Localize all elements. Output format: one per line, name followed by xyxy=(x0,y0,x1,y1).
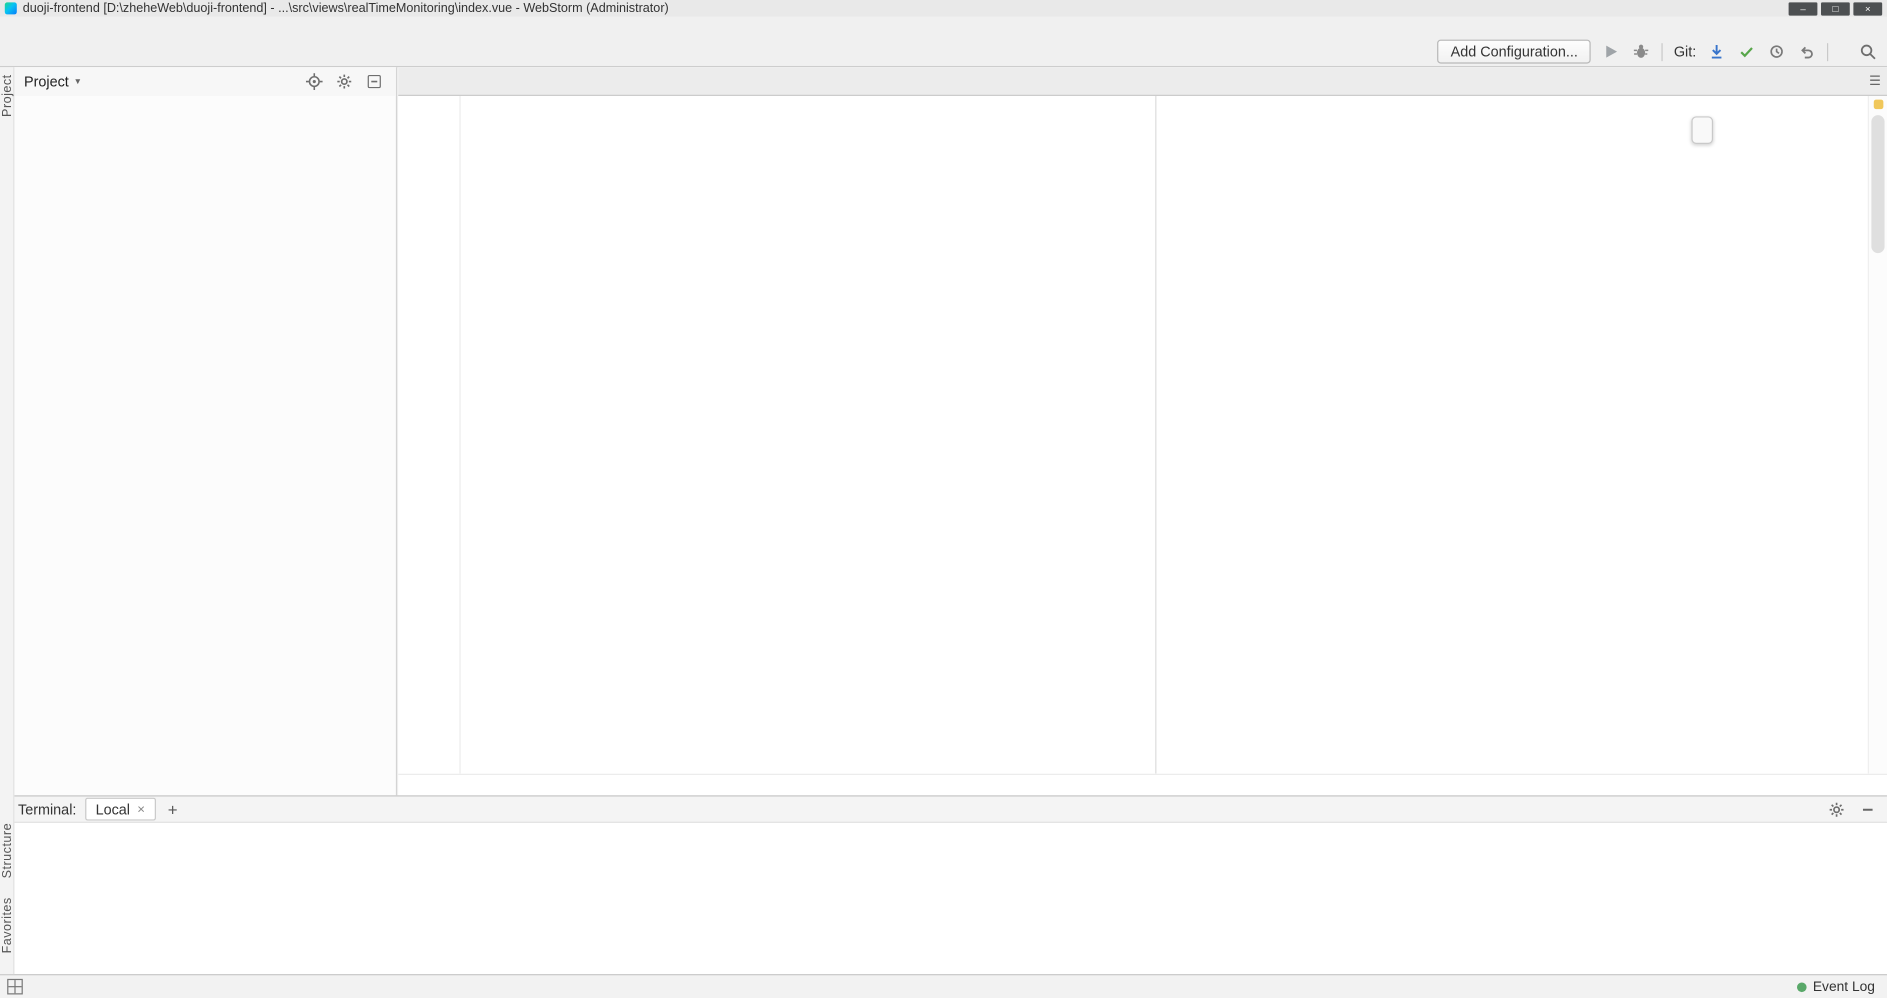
toolbar-right: Add Configuration... Git: xyxy=(1437,40,1877,64)
terminal-title: Terminal: xyxy=(18,801,76,818)
event-log-label: Event Log xyxy=(1813,979,1875,993)
chevron-down-icon[interactable]: ▼ xyxy=(74,77,82,85)
editor-tab-bar xyxy=(398,67,1887,96)
code-editor[interactable] xyxy=(462,96,1868,774)
browser-toolbar xyxy=(1691,116,1713,144)
tool-button-favorites[interactable]: Favorites xyxy=(0,897,14,953)
statusbar: Event Log xyxy=(0,974,1887,998)
inspection-indicator[interactable] xyxy=(1874,100,1884,110)
project-panel-actions xyxy=(305,72,384,91)
minimize-button[interactable]: – xyxy=(1789,2,1818,15)
git-commit-icon[interactable] xyxy=(1737,42,1756,61)
scrollbar-thumb[interactable] xyxy=(1871,115,1884,253)
terminal-panel: Terminal: Local × + xyxy=(0,795,1887,974)
terminal-tab-local[interactable]: Local × xyxy=(85,798,156,821)
webstorm-window: duoji-frontend [D:\zheheWeb\duoji-fronte… xyxy=(0,0,1887,998)
terminal-settings-icon[interactable] xyxy=(1827,800,1846,819)
terminal-output[interactable] xyxy=(0,823,1887,974)
tool-window-switcher-icon[interactable] xyxy=(7,979,23,995)
terminal-tab-label: Local xyxy=(96,801,130,818)
maximize-button[interactable]: □ xyxy=(1821,2,1850,15)
terminal-header: Terminal: Local × + xyxy=(0,797,1887,823)
editor: ☰ xyxy=(398,67,1887,795)
close-button[interactable]: × xyxy=(1853,2,1882,15)
editor-scrollbar[interactable] xyxy=(1868,96,1887,774)
tool-button-project[interactable]: Project xyxy=(0,74,14,117)
revert-icon[interactable] xyxy=(1797,42,1816,61)
close-icon[interactable]: × xyxy=(137,802,145,816)
gear-icon[interactable] xyxy=(335,72,354,91)
toolbar-separator xyxy=(1662,43,1663,61)
project-panel-header: Project ▼ xyxy=(14,67,395,96)
terminal-actions xyxy=(1827,800,1877,819)
editor-gutter xyxy=(398,96,460,774)
window-controls: – □ × xyxy=(1789,2,1883,15)
git-update-icon[interactable] xyxy=(1707,42,1726,61)
project-tree[interactable] xyxy=(14,96,395,795)
search-everywhere-icon[interactable] xyxy=(1858,42,1877,61)
history-icon[interactable] xyxy=(1767,42,1786,61)
editor-breadcrumb xyxy=(398,774,1887,796)
tool-window-stripe: Project Structure Favorites xyxy=(0,67,14,974)
debug-icon[interactable] xyxy=(1632,42,1651,61)
locate-file-icon[interactable] xyxy=(305,72,324,91)
tabs-list-icon[interactable]: ☰ xyxy=(1869,73,1881,89)
run-icon[interactable] xyxy=(1602,42,1621,61)
titlebar: duoji-frontend [D:\zheheWeb\duoji-fronte… xyxy=(0,0,1887,17)
event-log-button[interactable]: Event Log xyxy=(1797,979,1875,993)
webstorm-logo-icon xyxy=(5,2,17,14)
navigation-bar: Add Configuration... Git: xyxy=(0,37,1887,67)
project-panel-title[interactable]: Project xyxy=(24,73,69,90)
project-panel: Project ▼ xyxy=(14,67,397,795)
code-area[interactable] xyxy=(398,96,1887,774)
event-log-icon xyxy=(1797,982,1807,992)
git-label: Git: xyxy=(1674,43,1696,60)
collapse-all-icon[interactable] xyxy=(365,72,384,91)
add-configuration-button[interactable]: Add Configuration... xyxy=(1437,40,1591,64)
hide-panel-icon[interactable] xyxy=(1858,800,1877,819)
menubar xyxy=(0,17,1887,37)
new-terminal-button[interactable]: + xyxy=(168,800,178,819)
window-title: duoji-frontend [D:\zheheWeb\duoji-fronte… xyxy=(23,1,669,15)
tool-button-structure[interactable]: Structure xyxy=(0,823,14,878)
toolbar-separator xyxy=(1827,43,1828,61)
